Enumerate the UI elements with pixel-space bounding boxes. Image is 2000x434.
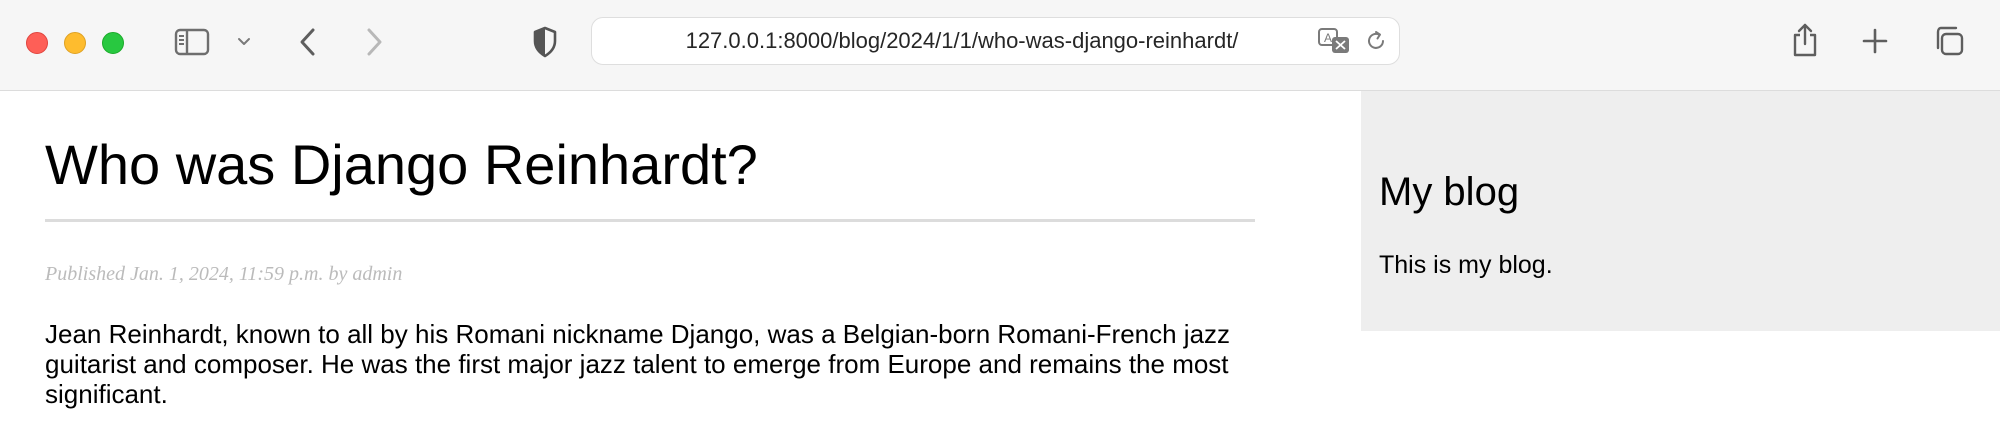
share-icon[interactable] xyxy=(1790,20,1820,60)
window-maximize-button[interactable] xyxy=(102,32,124,54)
url-text[interactable]: 127.0.0.1:8000/blog/2024/1/1/who-was-dja… xyxy=(642,18,1282,64)
chevron-down-icon[interactable] xyxy=(234,34,254,50)
chevron-left-icon[interactable] xyxy=(294,24,322,60)
browser-toolbar: 127.0.0.1:8000/blog/2024/1/1/who-was-dja… xyxy=(0,0,2000,91)
page-content: Who was Django Reinhardt? Published Jan.… xyxy=(0,91,2000,434)
translate-icon[interactable]: A xyxy=(1317,27,1351,55)
svg-text:A: A xyxy=(1324,31,1332,45)
sidebar: My blog This is my blog. xyxy=(1361,91,2000,331)
address-bar[interactable]: 127.0.0.1:8000/blog/2024/1/1/who-was-dja… xyxy=(591,17,1400,65)
sidebar-description: This is my blog. xyxy=(1379,251,1553,279)
shield-icon[interactable] xyxy=(530,24,560,60)
plus-icon[interactable] xyxy=(1860,26,1890,56)
reload-icon[interactable] xyxy=(1364,29,1388,53)
sidebar-icon[interactable] xyxy=(172,25,212,59)
title-divider xyxy=(45,219,1255,222)
window-minimize-button[interactable] xyxy=(64,32,86,54)
sidebar-title: My blog xyxy=(1379,170,1520,214)
chevron-right-icon[interactable] xyxy=(360,24,388,60)
post-title: Who was Django Reinhardt? xyxy=(45,133,758,196)
tabs-overview-icon[interactable] xyxy=(1932,24,1966,58)
window-close-button[interactable] xyxy=(26,32,48,54)
post-body: Jean Reinhardt, known to all by his Roma… xyxy=(45,319,1231,409)
post-date: Published Jan. 1, 2024, 11:59 p.m. by ad… xyxy=(45,263,403,285)
